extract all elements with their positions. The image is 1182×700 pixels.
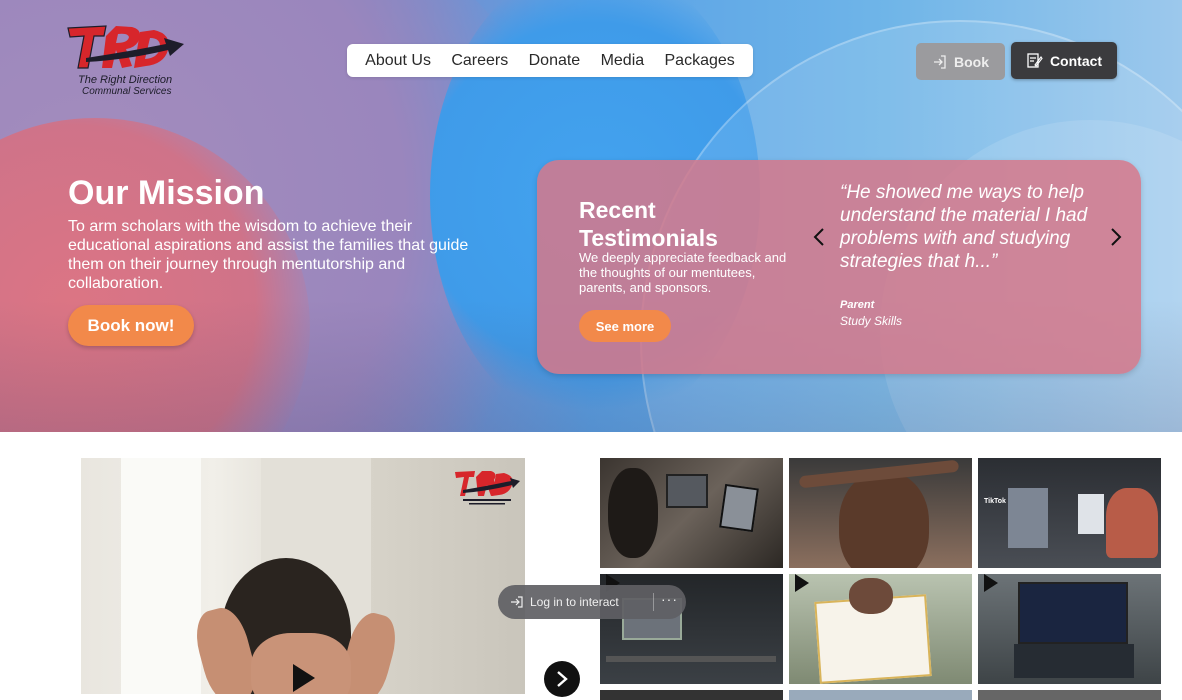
login-arrow-icon	[934, 54, 946, 69]
book-button[interactable]: Book	[916, 43, 1005, 80]
play-icon[interactable]	[293, 664, 315, 692]
gallery-tile[interactable]	[978, 574, 1161, 684]
gallery-tile[interactable]	[600, 690, 783, 700]
media-gallery: TikTok	[600, 458, 1161, 700]
chevron-left-icon[interactable]	[813, 227, 825, 251]
brand-name: The Right Direction	[78, 74, 173, 86]
gallery-tile[interactable]	[789, 458, 972, 568]
chevron-right-icon[interactable]	[1110, 227, 1122, 251]
gallery-tile[interactable]	[600, 458, 783, 568]
main-nav: About Us Careers Donate Media Packages	[347, 44, 753, 77]
trd-logo-icon	[67, 25, 184, 69]
mission-title: Our Mission	[68, 174, 265, 212]
contact-button-label: Contact	[1049, 52, 1103, 69]
featured-video[interactable]	[81, 458, 525, 694]
edit-document-icon	[1027, 53, 1043, 68]
nav-about-us[interactable]: About Us	[365, 52, 431, 70]
brand-tagline: Communal Services	[82, 86, 172, 97]
more-options-icon[interactable]: ···	[661, 591, 678, 607]
testimonials-description: We deeply appreciate feedback and the th…	[579, 250, 787, 295]
testimonials-title: Recent Testimonials	[579, 197, 718, 251]
see-more-button[interactable]: See more	[579, 310, 671, 342]
testimonial-quote: “He showed me ways to help understand th…	[840, 182, 1088, 272]
login-arrow-icon	[511, 596, 523, 608]
gallery-tile[interactable]: TikTok	[978, 458, 1161, 568]
brand-logo[interactable]: The Right Direction Communal Services	[66, 22, 186, 100]
tiktok-label: TikTok	[984, 498, 1006, 505]
testimonial-author-role: Parent	[840, 299, 875, 311]
book-button-label: Book	[954, 53, 989, 70]
nav-media[interactable]: Media	[601, 52, 645, 70]
testimonial-author-subject: Study Skills	[840, 314, 903, 328]
hero-section: The Right Direction Communal Services Ab…	[0, 0, 1182, 432]
login-prompt-label: Log in to interact	[530, 595, 619, 609]
video-scene	[121, 458, 201, 694]
testimonials-card: Recent Testimonials We deeply appreciate…	[537, 160, 1141, 374]
login-prompt[interactable]: Log in to interact ···	[498, 585, 686, 619]
gallery-tile[interactable]	[789, 574, 972, 684]
mission-text: To arm scholars with the wisdom to achie…	[68, 218, 469, 292]
chevron-right-icon	[557, 671, 568, 687]
divider	[653, 593, 654, 611]
contact-button[interactable]: Contact	[1011, 42, 1117, 79]
nav-careers[interactable]: Careers	[451, 52, 508, 70]
book-now-button[interactable]: Book now!	[68, 305, 194, 346]
nav-packages[interactable]: Packages	[665, 52, 735, 70]
nav-donate[interactable]: Donate	[529, 52, 581, 70]
gallery-tile[interactable]	[789, 690, 972, 700]
trd-watermark-icon	[455, 471, 520, 505]
gallery-tile[interactable]	[978, 690, 1161, 700]
carousel-next-button[interactable]	[544, 661, 580, 697]
